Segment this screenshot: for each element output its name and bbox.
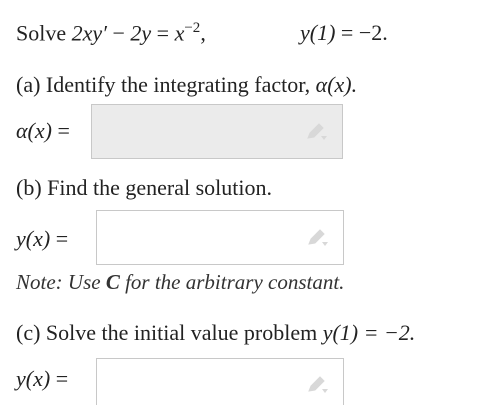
part-a-math: α(x). — [315, 72, 358, 97]
part-a-text: (a) Identify the integrating factor, — [16, 72, 311, 97]
part-b-label: y(x) = — [16, 226, 68, 252]
pencil-icon[interactable] — [305, 375, 329, 395]
part-c-math: y(1) = −2. — [322, 320, 416, 345]
solve-word: Solve — [16, 20, 67, 46]
y-equals-b: = — [55, 226, 69, 251]
y-label-b: y(x) — [16, 226, 51, 251]
lhs-term-1: 2xy′ — [71, 20, 107, 46]
y-equals-c: = — [55, 366, 69, 391]
ic-equals: = — [340, 20, 354, 45]
note-text: Note: Use C for the arbitrary constant. — [16, 270, 344, 295]
part-c-label: y(x) = — [16, 366, 68, 392]
equals-sign: = — [156, 20, 170, 46]
part-c-prompt: (c) Solve the initial value problem y(1)… — [16, 320, 415, 346]
part-b-prompt: (b) Find the general solution. — [16, 175, 272, 201]
initial-condition: y(1) = −2. — [300, 20, 388, 46]
part-a-prompt: (a) Identify the integrating factor, α(x… — [16, 72, 357, 98]
alpha-equals: = — [57, 118, 70, 143]
part-c-text: (c) Solve the initial value problem — [16, 320, 318, 345]
ic-rhs: −2. — [358, 20, 388, 45]
lhs-term-2: 2y — [130, 20, 152, 46]
alpha-label: α(x) — [16, 118, 52, 143]
alpha-input[interactable] — [91, 104, 343, 159]
ic-lhs: y(1) — [300, 20, 336, 45]
part-a-label: α(x) = — [16, 118, 70, 144]
rhs-base: x — [174, 20, 185, 46]
pencil-icon[interactable] — [305, 228, 329, 248]
comma: , — [200, 20, 206, 46]
part-b-text: (b) Find the general solution. — [16, 175, 273, 200]
pencil-icon[interactable] — [304, 122, 328, 142]
note-var: C — [105, 270, 120, 294]
problem-statement: Solve 2xy′ − 2y = x−2, — [16, 20, 206, 46]
rhs-exponent: −2 — [184, 20, 201, 36]
note-prefix: Note: Use — [16, 270, 101, 294]
y-label-c: y(x) — [16, 366, 51, 391]
minus-sign: − — [112, 20, 125, 46]
general-solution-input[interactable] — [96, 210, 344, 265]
note-suffix: for the arbitrary constant. — [125, 270, 345, 294]
ivp-solution-input[interactable] — [96, 358, 344, 405]
